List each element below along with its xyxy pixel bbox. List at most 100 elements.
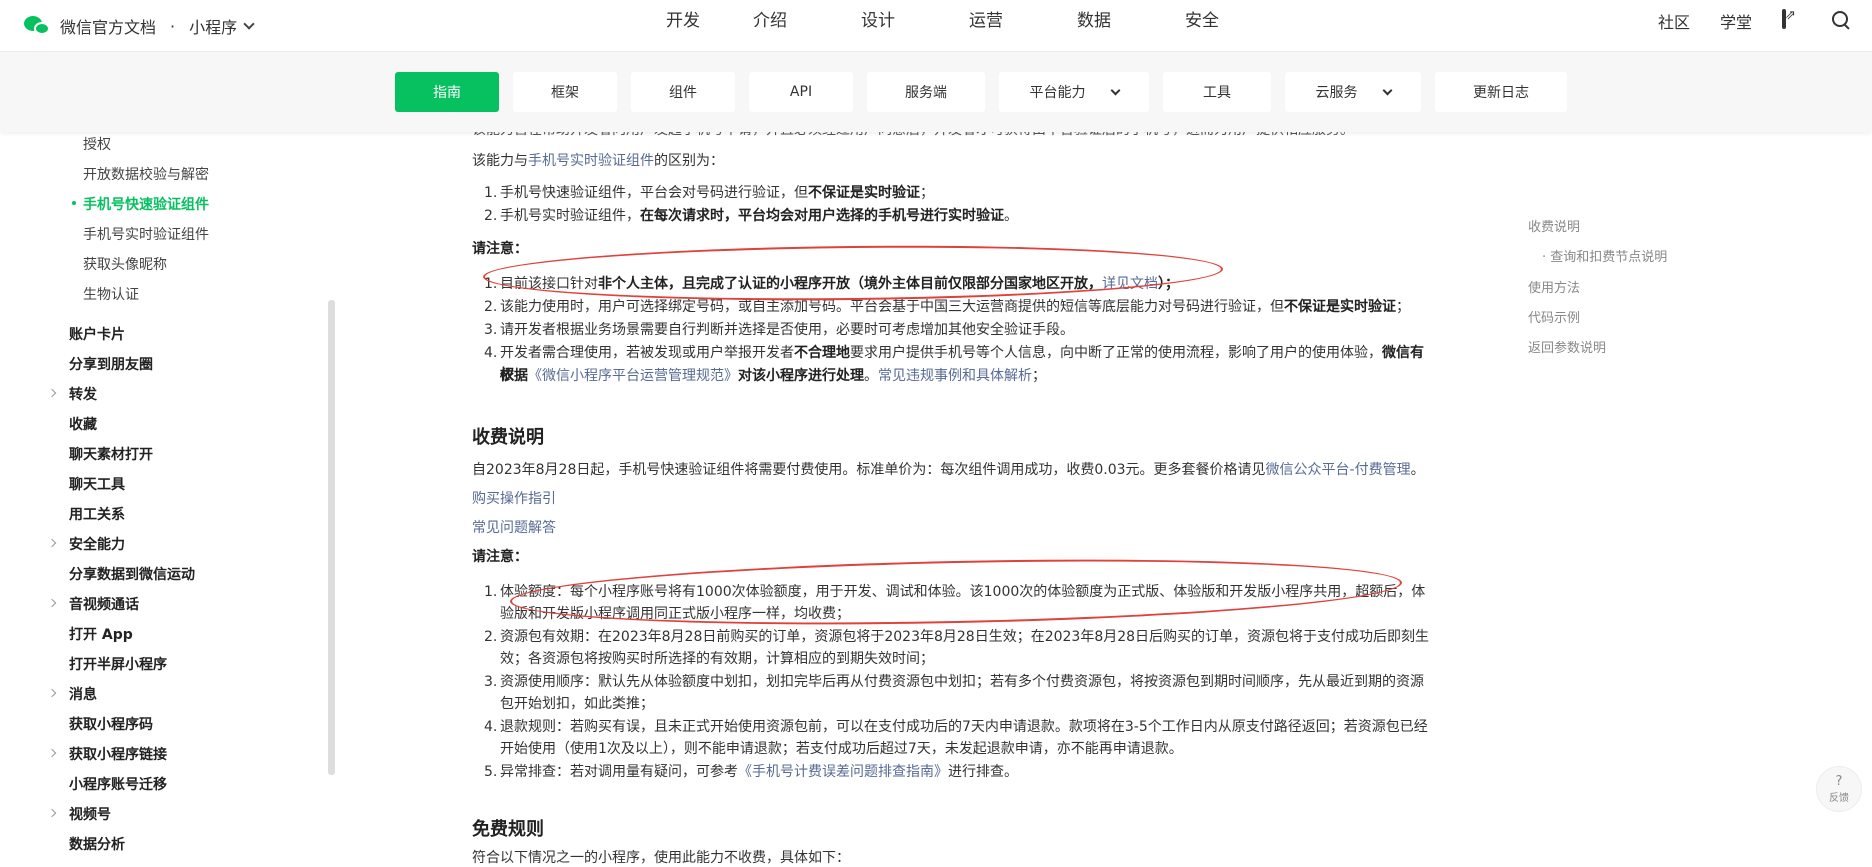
chevron-right-icon[interactable] <box>47 748 57 758</box>
list-number: 1. <box>484 584 498 600</box>
community-link[interactable]: 社区 <box>1658 9 1690 33</box>
nav-item-intro[interactable]: 介绍 <box>716 0 824 52</box>
sidebar-item-av-call[interactable]: 音视频通话 <box>69 594 139 614</box>
external-link-button[interactable] <box>1782 9 1802 31</box>
tab-platform[interactable]: 平台能力 <box>999 72 1149 112</box>
nav-item-design[interactable]: 设计 <box>824 0 932 52</box>
sidebar-item-auth[interactable]: 授权 <box>83 134 111 154</box>
sidebar-item-open-app[interactable]: 打开 App <box>69 624 133 644</box>
help-icon: ? <box>1835 773 1843 789</box>
text-bold: 对该小程序进行处理 <box>738 368 864 384</box>
tab-guide[interactable]: 指南 <box>395 72 499 112</box>
toc-item-usage[interactable]: 使用方法 <box>1528 277 1580 296</box>
tab-tools[interactable]: 工具 <box>1163 72 1271 112</box>
chevron-down-icon <box>1382 85 1392 95</box>
brand-separator: · <box>170 16 176 36</box>
violation-examples-link[interactable]: 常见违规事例和具体解析 <box>878 368 1032 384</box>
payment-management-link[interactable]: 微信公众平台-付费管理 <box>1266 462 1411 478</box>
tab-framework[interactable]: 框架 <box>513 72 617 112</box>
text-bold: 非个人主体，且完成了认证的小程序开放（境外主体目前仅限部分国家地区开放， <box>598 276 1102 292</box>
text-bold: 不合理地 <box>794 345 850 361</box>
right-nav: 社区 学堂 <box>1658 0 1852 42</box>
nav-item-operation[interactable]: 运营 <box>932 0 1040 52</box>
toc-item-code[interactable]: 代码示例 <box>1528 307 1580 326</box>
text-bold: ）； <box>1158 276 1179 292</box>
chevron-down-icon <box>243 17 255 30</box>
brand[interactable]: 微信官方文档 · 小程序 <box>24 10 255 42</box>
sidebar-item-moments[interactable]: 分享到朋友圈 <box>69 354 153 374</box>
sidebar-item-employment[interactable]: 用工关系 <box>69 504 125 524</box>
toc-item-query[interactable]: · 查询和扣费节点说明 <box>1542 246 1667 265</box>
list-number: 1. <box>484 185 498 201</box>
sidebar-item-bio[interactable]: 生物认证 <box>83 284 139 304</box>
list-text: 体验额度：每个小程序账号将有1000次体验额度，用于开发、调试和体验。该1000… <box>500 581 1430 625</box>
sidebar-item-phone-realtime[interactable]: 手机号实时验证组件 <box>83 224 209 244</box>
list-number: 2. <box>484 299 498 315</box>
text: 。 <box>1004 208 1018 224</box>
list-text: 手机号快速验证组件，平台会对号码进行验证，但不保证是实时验证； <box>500 182 1430 204</box>
list-text: 请开发者根据业务场景需要自行判断并选择是否使用，必要时可考虑增加其他安全验证手段… <box>500 322 1074 338</box>
list-number: 4. <box>484 345 498 361</box>
purchase-guide-link[interactable]: 购买操作指引 <box>472 488 556 510</box>
toc-item-fee[interactable]: 收费说明 <box>1528 216 1580 235</box>
sidebar-item-message[interactable]: 消息 <box>69 684 97 704</box>
section-title-fee: 收费说明 <box>472 427 544 448</box>
chevron-right-icon[interactable] <box>47 598 57 608</box>
tab-cloud[interactable]: 云服务 <box>1285 72 1421 112</box>
sidebar-item-channels[interactable]: 视频号 <box>69 804 111 824</box>
product-switcher-label: 小程序 <box>189 18 238 37</box>
list-text: 异常排查：若对调用量有疑问，可参考《手机号计费误差问题排查指南》进行排查。 <box>500 761 1430 783</box>
note-label-fee: 请注意： <box>472 549 528 565</box>
tab-components[interactable]: 组件 <box>631 72 735 112</box>
sidebar-scrollbar[interactable] <box>328 300 335 775</box>
billing-guide-link[interactable]: 《手机号计费误差问题排查指南》 <box>738 764 948 780</box>
rules-link[interactable]: 《微信小程序平台运营管理规范》 <box>528 368 738 384</box>
sidebar-item-werun[interactable]: 分享数据到微信运动 <box>69 564 195 584</box>
sidebar-item-chat-tools[interactable]: 聊天工具 <box>69 474 125 494</box>
list-text: 依据《微信小程序平台运营管理规范》对该小程序进行处理。常见违规事例和具体解析； <box>500 365 1430 387</box>
search-button[interactable] <box>1832 11 1852 31</box>
sidebar-item-security-ability[interactable]: 安全能力 <box>69 534 125 554</box>
sidebar-item-chat-material[interactable]: 聊天素材打开 <box>69 444 153 464</box>
chevron-right-icon[interactable] <box>47 808 57 818</box>
sidebar-item-account-migrate[interactable]: 小程序账号迁移 <box>69 774 167 794</box>
academy-link[interactable]: 学堂 <box>1720 9 1752 33</box>
product-switcher[interactable]: 小程序 <box>189 14 255 38</box>
text: 。 <box>1410 462 1425 478</box>
sidebar-item-half-screen[interactable]: 打开半屏小程序 <box>69 654 167 674</box>
feedback-button[interactable]: ? 反馈 <box>1816 766 1862 812</box>
sidebar-item-qrcode[interactable]: 获取小程序码 <box>69 714 153 734</box>
text: 要求用户提供手机号等个人信息，向中断了正常的使用流程，影响了用户的使用体验， <box>850 345 1382 361</box>
top-header: 微信官方文档 · 小程序 开发 介绍 设计 运营 数据 安全 社区 学堂 <box>0 0 1872 52</box>
feedback-label: 反馈 <box>1829 792 1849 804</box>
chevron-right-icon[interactable] <box>47 688 57 698</box>
text: 开始使用（使用1次及以上），则不能申请退款；若支付成功后超过7天，未发起退款申请… <box>500 741 1183 757</box>
realtime-component-link[interactable]: 手机号实时验证组件 <box>528 153 654 169</box>
list-number: 5. <box>484 764 498 780</box>
sidebar-item-link[interactable]: 获取小程序链接 <box>69 744 167 764</box>
sidebar-item-favorite[interactable]: 收藏 <box>69 414 97 434</box>
tab-api[interactable]: API <box>749 72 853 112</box>
list-number: 3. <box>484 674 498 690</box>
text: 进行排查。 <box>948 764 1018 780</box>
sidebar-item-analytics[interactable]: 数据分析 <box>69 834 125 854</box>
list-text: 该能力使用时，用户可选择绑定号码，或自主添加号码。平台会基于中国三大运营商提供的… <box>500 296 1430 318</box>
sidebar-item-phone-fast[interactable]: 手机号快速验证组件 <box>72 194 209 214</box>
nav-item-security[interactable]: 安全 <box>1148 0 1256 52</box>
sidebar-item-forward[interactable]: 转发 <box>69 384 97 404</box>
tab-changelog[interactable]: 更新日志 <box>1435 72 1567 112</box>
toc-item-return[interactable]: 返回参数说明 <box>1528 337 1606 356</box>
tab-server[interactable]: 服务端 <box>867 72 985 112</box>
nav-item-dev[interactable]: 开发 <box>640 0 716 52</box>
text: ； <box>920 185 934 201</box>
faq-link[interactable]: 常见问题解答 <box>472 517 556 539</box>
chevron-right-icon[interactable] <box>47 538 57 548</box>
chevron-right-icon[interactable] <box>47 388 57 398</box>
sidebar-item-open-data[interactable]: 开放数据校验与解密 <box>83 164 209 184</box>
text: 退款规则：若购买有误，且未正式开始使用资源包前，可以在支付成功后的7天内申请退款… <box>500 719 1428 735</box>
see-docs-link[interactable]: 详见文档 <box>1102 276 1158 292</box>
sidebar-item-avatar[interactable]: 获取头像昵称 <box>83 254 167 274</box>
nav-item-data[interactable]: 数据 <box>1040 0 1148 52</box>
sidebar-item-account-card[interactable]: 账户卡片 <box>69 324 125 344</box>
list-number: 1. <box>484 276 498 292</box>
